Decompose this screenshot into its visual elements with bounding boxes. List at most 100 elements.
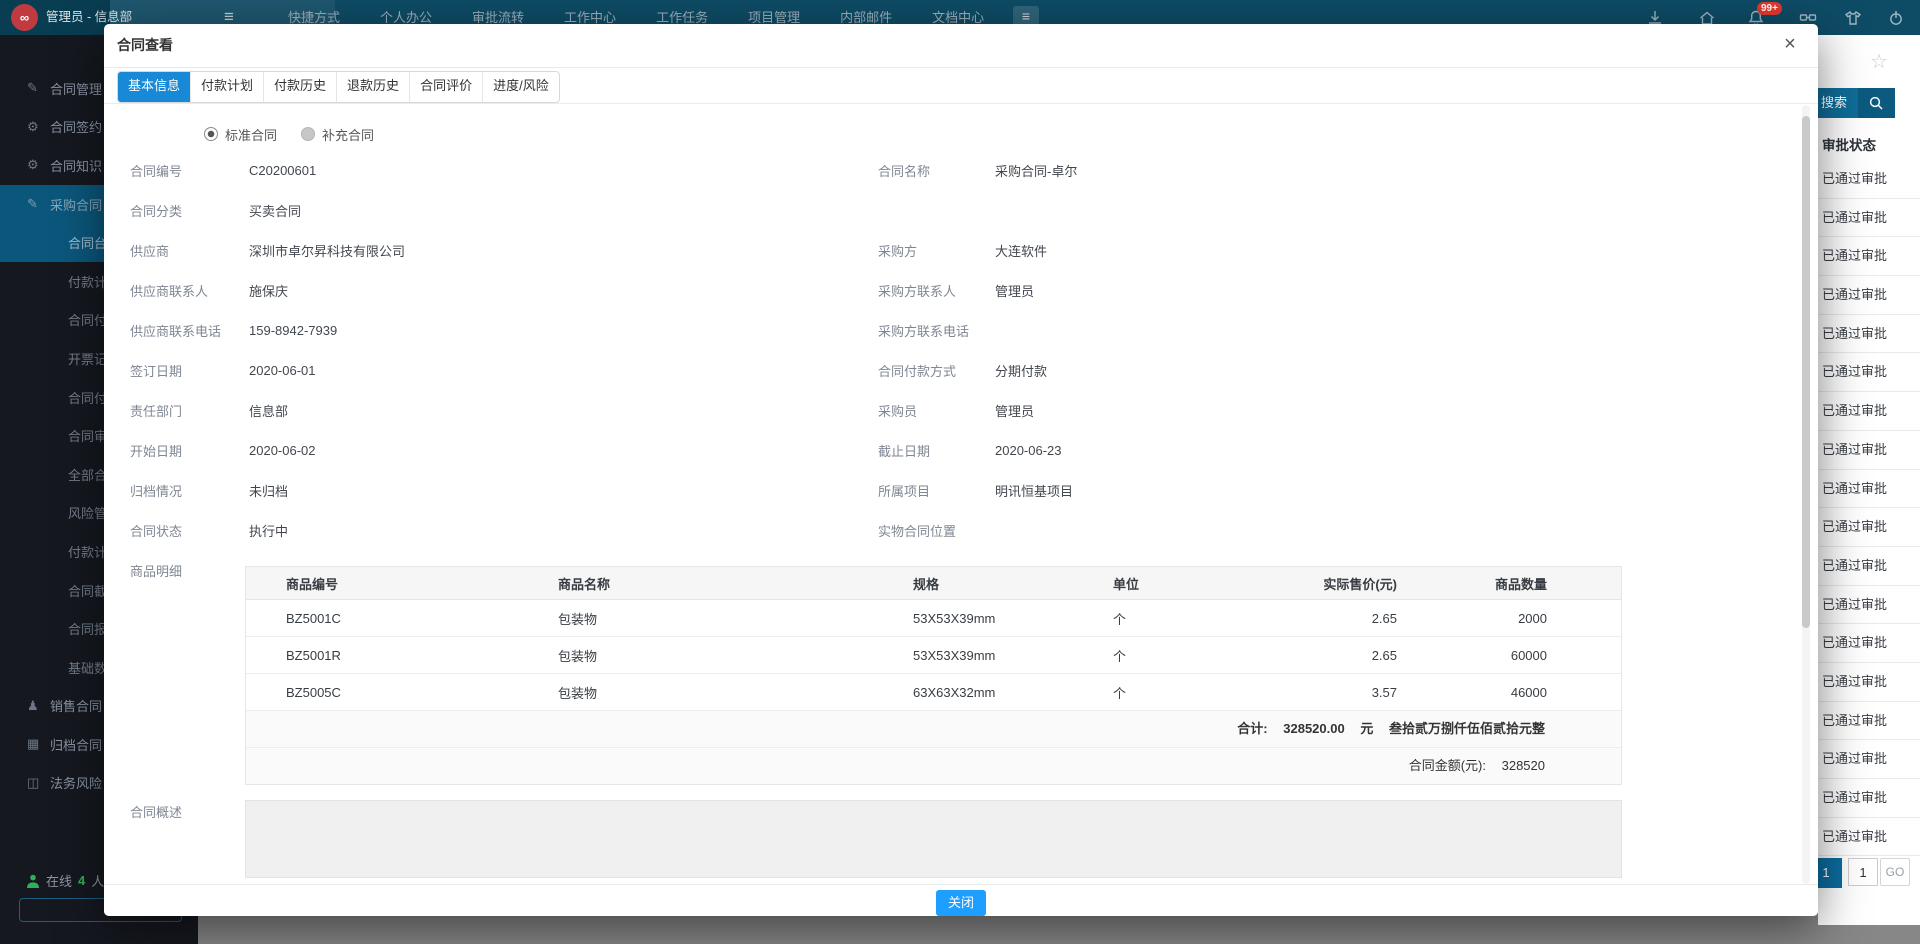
form-row: 截止日期 2020-06-23 [878, 430, 1798, 470]
favorite-star-icon[interactable]: ☆ [1870, 49, 1888, 74]
field-value: 159-8942-7939 [249, 323, 337, 338]
contract-amount-label: 合同金额(元): [1409, 758, 1486, 773]
overview-textarea[interactable] [245, 800, 1622, 878]
sidebar-item-icon: ⚙ [27, 157, 50, 173]
contract-view-modal: 合同查看 × 基本信息付款计划付款历史退款历史合同评价进度/风险 标准合同 补充… [104, 24, 1818, 916]
field-label: 所属项目 [878, 481, 995, 500]
col-header: 规格 [913, 574, 1113, 593]
modal-tab[interactable]: 退款历史 [336, 72, 409, 102]
contract-amount-row: 合同金额(元): 328520 [246, 748, 1621, 784]
approval-status-cell: 已通过审批 [1818, 315, 1920, 354]
form-row: 供应商 深圳市卓尔昇科技有限公司 [130, 230, 860, 270]
online-label: 在线 [46, 871, 72, 890]
modal-titlebar: 合同查看 × [104, 24, 1818, 68]
form-row [878, 190, 1798, 230]
form-row: 合同付款方式 分期付款 [878, 350, 1798, 390]
field-label: 合同状态 [130, 521, 249, 540]
pagination: 1 GO [1818, 858, 1920, 888]
field-label: 截止日期 [878, 441, 995, 460]
page-jump-input[interactable] [1848, 858, 1878, 886]
field-value: 管理员 [995, 281, 1034, 300]
contract-amount-value: 328520 [1502, 758, 1545, 773]
close-button[interactable]: 关闭 [936, 890, 986, 916]
form-row: 供应商联系电话 159-8942-7939 [130, 310, 860, 350]
cell-spec: 63X63X32mm [913, 685, 1113, 700]
field-label: 采购方联系人 [878, 281, 995, 300]
modal-tab[interactable]: 合同评价 [409, 72, 482, 102]
sidebar-item-label: 合同知识 [50, 156, 102, 175]
radio-label: 补充合同 [322, 125, 374, 144]
form-row: 责任部门 信息部 [130, 390, 860, 430]
cell-price: 3.57 [1273, 685, 1397, 700]
field-value: 执行中 [249, 521, 288, 540]
col-header: 商品编号 [246, 574, 558, 593]
approval-status-cell: 已通过审批 [1818, 508, 1920, 547]
notification-count-badge: 99+ [1757, 2, 1782, 15]
field-label: 采购方联系电话 [878, 321, 995, 340]
col-header: 商品数量 [1397, 574, 1547, 593]
field-value: 2020-06-02 [249, 443, 316, 458]
form-row: 采购方联系电话 [878, 310, 1798, 350]
current-page-button[interactable]: 1 [1818, 858, 1842, 888]
approval-status-cell: 已通过审批 [1818, 392, 1920, 431]
background-table-panel: ☆ 搜索 审批状态 已通过审批已通过审批已通过审批已通过审批已通过审批已通过审批… [1818, 35, 1920, 925]
sidebar-item-label: 归档合同 [50, 735, 102, 754]
theme-shirt-icon[interactable] [1843, 8, 1863, 28]
product-detail-table: 商品编号 商品名称 规格 单位 实际售价(元) 商品数量 BZ5001C 包装物… [245, 566, 1622, 785]
approval-status-cell: 已通过审批 [1818, 199, 1920, 238]
online-count: 4 [78, 873, 85, 888]
search-button[interactable]: 搜索 [1818, 88, 1858, 118]
approval-status-cell: 已通过审批 [1818, 547, 1920, 586]
field-label: 供应商联系电话 [130, 321, 249, 340]
modal-title: 合同查看 [117, 24, 173, 67]
modal-tab[interactable]: 付款计划 [190, 72, 263, 102]
field-label: 采购员 [878, 401, 995, 420]
contract-type-radio[interactable]: 补充合同 [301, 125, 374, 144]
modal-scrollbar-thumb[interactable] [1802, 116, 1810, 628]
modal-tab[interactable]: 进度/风险 [482, 72, 559, 102]
cell-price: 2.65 [1273, 611, 1397, 626]
table-row: BZ5001C 包装物 53X53X39mm 个 2.65 2000 [246, 600, 1621, 637]
radio-label: 标准合同 [225, 125, 277, 144]
sidebar-item-icon: ✎ [27, 196, 50, 212]
sidebar-item-icon: ✎ [27, 80, 50, 96]
field-value: 采购合同-卓尔 [995, 161, 1077, 180]
form-row: 合同编号 C20200601 [130, 150, 860, 190]
radio-dot-icon [301, 127, 315, 141]
search-icon [1868, 95, 1884, 111]
app-root: ∞ 管理员 - 信息部 ≡ 快捷方式个人办公审批流转工作中心工作任务项目管理内部… [0, 0, 1920, 944]
search-icon-button[interactable] [1858, 88, 1895, 118]
sidebar-item-label: 合同签约 [50, 117, 102, 136]
cell-spec: 53X53X39mm [913, 611, 1113, 626]
cell-quantity: 60000 [1397, 648, 1547, 663]
cell-product-code: BZ5005C [246, 685, 558, 700]
field-value: 2020-06-01 [249, 363, 316, 378]
form-row: 采购方联系人 管理员 [878, 270, 1798, 310]
close-icon[interactable]: × [1778, 33, 1802, 56]
table-header-row: 商品编号 商品名称 规格 单位 实际售价(元) 商品数量 [246, 567, 1621, 600]
form-row: 合同状态 执行中 [130, 510, 860, 550]
form-left-column: 合同编号 C20200601 合同分类 买卖合同 供应商 深圳市卓尔昇科技有限公… [130, 150, 860, 590]
approval-status-cell: 已通过审批 [1818, 624, 1920, 663]
field-value: 管理员 [995, 401, 1034, 420]
go-button[interactable]: GO [1880, 858, 1910, 886]
table-row: BZ5005C 包装物 63X63X32mm 个 3.57 46000 [246, 674, 1621, 711]
cell-product-name: 包装物 [558, 609, 913, 628]
sidebar-item-icon: ♟ [27, 698, 50, 714]
sidebar-item-label: 合同管理 [50, 79, 102, 98]
cell-product-name: 包装物 [558, 646, 913, 665]
approval-status-cell: 已通过审批 [1818, 740, 1920, 779]
contract-type-radio[interactable]: 标准合同 [204, 125, 277, 144]
form-row: 合同分类 买卖合同 [130, 190, 860, 230]
sidebar-item-label: 法务风险 [50, 773, 102, 792]
cell-quantity: 2000 [1397, 611, 1547, 626]
cell-product-name: 包装物 [558, 683, 913, 702]
form-row: 合同名称 采购合同-卓尔 [878, 150, 1798, 190]
cell-unit: 个 [1113, 683, 1273, 702]
table-body: BZ5001C 包装物 53X53X39mm 个 2.65 2000 BZ500… [246, 600, 1621, 711]
field-label: 签订日期 [130, 361, 249, 380]
modal-tab[interactable]: 付款历史 [263, 72, 336, 102]
power-logout-icon[interactable] [1886, 8, 1906, 28]
sidebar-item-icon: ⚙ [27, 119, 50, 135]
modal-tab[interactable]: 基本信息 [118, 72, 190, 102]
